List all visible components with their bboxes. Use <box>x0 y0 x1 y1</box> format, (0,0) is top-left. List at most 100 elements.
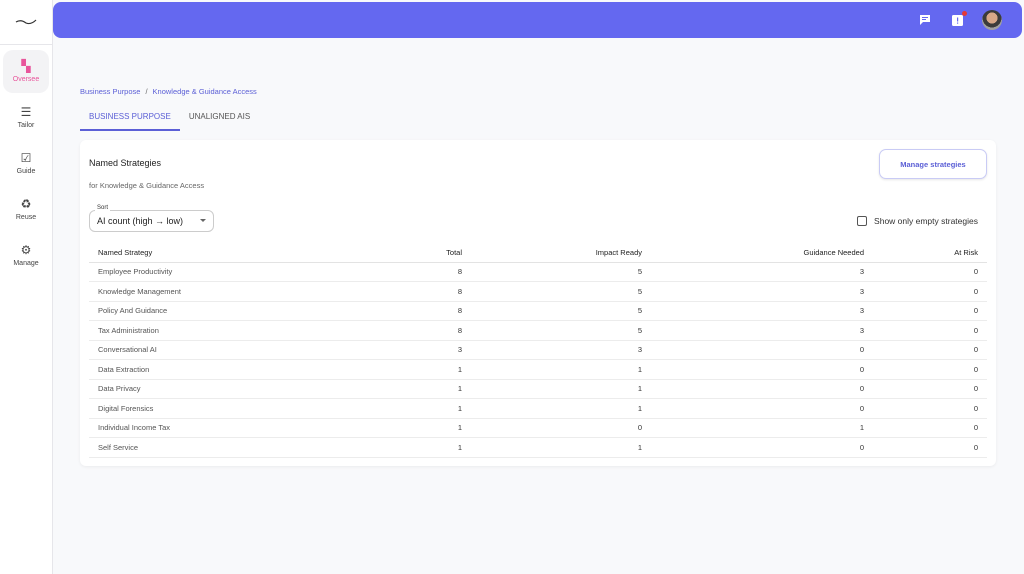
chat-icon[interactable] <box>918 13 932 27</box>
total-cell: 1 <box>381 359 471 380</box>
guidance-needed-cell: 0 <box>651 379 873 399</box>
chevron-down-icon <box>200 219 206 222</box>
sidebar: ▚ Oversee ☰ Tailor ☑ Guide ♻ Reuse ⚙ Manage <box>0 0 53 574</box>
strategy-name-cell: Individual Income Tax <box>89 418 381 438</box>
table-row[interactable]: Self Service 1 1 0 0 <box>89 437 987 458</box>
at-risk-cell: 0 <box>873 301 987 321</box>
impact-ready-cell: 5 <box>471 320 651 341</box>
tabs: BUSINESS PURPOSE UNALIGNED AIS <box>80 107 259 131</box>
col-at-risk[interactable]: At Risk <box>873 243 987 263</box>
gear-icon: ⚙ <box>20 243 32 257</box>
impact-ready-cell: 5 <box>471 262 651 282</box>
checkbox[interactable] <box>857 216 868 226</box>
tab-business-purpose[interactable]: BUSINESS PURPOSE <box>80 107 180 131</box>
impact-ready-cell: 3 <box>471 340 651 360</box>
manage-strategies-button[interactable]: Manage strategies <box>879 149 987 179</box>
strategy-name-cell: Data Extraction <box>89 359 381 380</box>
guidance-needed-cell: 0 <box>651 340 873 360</box>
impact-ready-cell: 0 <box>471 418 651 438</box>
col-named-strategy[interactable]: Named Strategy <box>89 243 381 263</box>
table-row[interactable]: Data Extraction 1 1 0 0 <box>89 359 987 380</box>
guidance-needed-cell: 0 <box>651 437 873 458</box>
guidance-needed-cell: 1 <box>651 418 873 438</box>
sort-value: AI count (high → low) <box>97 216 184 226</box>
impact-ready-cell: 1 <box>471 379 651 399</box>
guidance-needed-cell: 0 <box>651 359 873 380</box>
notification-badge <box>962 11 967 16</box>
total-cell: 8 <box>381 320 471 341</box>
total-cell: 1 <box>381 418 471 438</box>
nav-label: Oversee <box>12 76 40 83</box>
table-row[interactable]: Knowledge Management 8 5 3 0 <box>89 281 987 302</box>
strategy-name-cell: Self Service <box>89 437 381 458</box>
dashboard-icon: ▚ <box>21 59 31 73</box>
nav-label: Reuse <box>15 214 37 221</box>
sliders-icon: ☰ <box>20 105 32 119</box>
strategy-name-cell: Data Privacy <box>89 379 381 399</box>
card-title: Named Strategies <box>89 158 162 168</box>
total-cell: 1 <box>381 398 471 419</box>
col-guidance-needed[interactable]: Guidance Needed <box>651 243 873 263</box>
nav-guide[interactable]: ☑ Guide <box>3 142 49 185</box>
strategy-name-cell: Conversational AI <box>89 340 381 360</box>
top-bar <box>53 2 1022 38</box>
checklist-icon: ☑ <box>20 151 32 165</box>
impact-ready-cell: 1 <box>471 437 651 458</box>
user-avatar[interactable] <box>982 10 1002 30</box>
table-row[interactable]: Tax Administration 8 5 3 0 <box>89 320 987 341</box>
nav-oversee[interactable]: ▚ Oversee <box>3 50 49 93</box>
table-row[interactable]: Data Privacy 1 1 0 0 <box>89 379 987 399</box>
total-cell: 8 <box>381 301 471 321</box>
nav-reuse[interactable]: ♻ Reuse <box>3 188 49 231</box>
sort-label: Sort <box>95 205 111 211</box>
empty-strategies-toggle[interactable]: Show only empty strategies <box>857 216 978 226</box>
total-cell: 8 <box>381 281 471 302</box>
total-cell: 1 <box>381 379 471 399</box>
total-cell: 3 <box>381 340 471 360</box>
table-row[interactable]: Employee Productivity 8 5 3 0 <box>89 262 987 282</box>
table-row[interactable]: Individual Income Tax 1 0 1 0 <box>89 418 987 438</box>
impact-ready-cell: 5 <box>471 281 651 302</box>
named-strategies-card: Named Strategies for Knowledge & Guidanc… <box>80 140 996 466</box>
guidance-needed-cell: 3 <box>651 320 873 341</box>
impact-ready-cell: 1 <box>471 359 651 380</box>
strategy-name-cell: Tax Administration <box>89 320 381 341</box>
total-cell: 8 <box>381 262 471 282</box>
guidance-needed-cell: 0 <box>651 398 873 419</box>
at-risk-cell: 0 <box>873 437 987 458</box>
table-row[interactable]: Conversational AI 3 3 0 0 <box>89 340 987 360</box>
at-risk-cell: 0 <box>873 340 987 360</box>
logo[interactable] <box>0 0 52 45</box>
at-risk-cell: 0 <box>873 320 987 341</box>
logo-icon <box>15 19 37 25</box>
impact-ready-cell: 1 <box>471 398 651 419</box>
at-risk-cell: 0 <box>873 379 987 399</box>
checkbox-label: Show only empty strategies <box>874 216 978 226</box>
col-impact-ready[interactable]: Impact Ready <box>471 243 651 263</box>
impact-ready-cell: 5 <box>471 301 651 321</box>
strategy-name-cell: Digital Forensics <box>89 398 381 419</box>
notification-icon[interactable] <box>950 11 967 27</box>
at-risk-cell: 0 <box>873 262 987 282</box>
at-risk-cell: 0 <box>873 359 987 380</box>
strategy-name-cell: Knowledge Management <box>89 281 381 302</box>
total-cell: 1 <box>381 437 471 458</box>
sort-select[interactable]: Sort AI count (high → low) <box>89 205 214 232</box>
nav-tailor[interactable]: ☰ Tailor <box>3 96 49 139</box>
strategy-name-cell: Policy And Guidance <box>89 301 381 321</box>
breadcrumb: Business Purpose / Knowledge & Guidance Ac… <box>80 87 257 96</box>
breadcrumb-current[interactable]: Knowledge & Guidance Access <box>153 87 257 96</box>
col-total[interactable]: Total <box>381 243 471 263</box>
strategies-table: Named Strategy Total Impact Ready Guidan… <box>89 243 987 458</box>
breadcrumb-link[interactable]: Business Purpose <box>80 87 140 96</box>
breadcrumb-separator: / <box>145 87 148 96</box>
nav-label: Guide <box>16 168 36 175</box>
guidance-needed-cell: 3 <box>651 301 873 321</box>
nav-label: Manage <box>13 260 39 267</box>
table-row[interactable]: Digital Forensics 1 1 0 0 <box>89 398 987 419</box>
table-row[interactable]: Policy And Guidance 8 5 3 0 <box>89 301 987 321</box>
at-risk-cell: 0 <box>873 418 987 438</box>
guidance-needed-cell: 3 <box>651 262 873 282</box>
tab-unaligned-ais[interactable]: UNALIGNED AIS <box>180 107 259 131</box>
nav-manage[interactable]: ⚙ Manage <box>3 234 49 277</box>
